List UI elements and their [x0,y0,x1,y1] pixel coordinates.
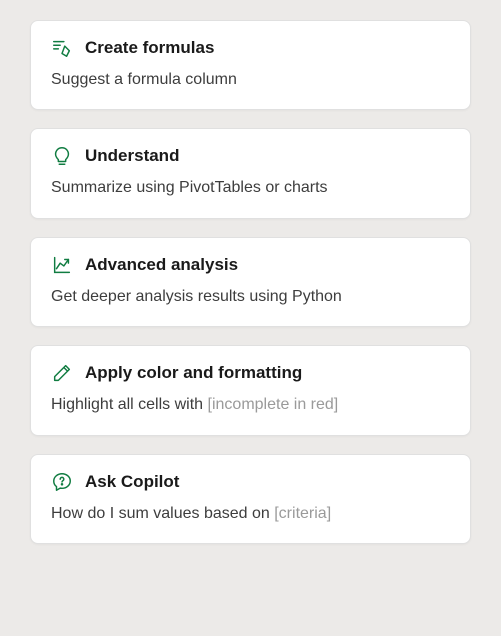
card-title: Advanced analysis [85,255,238,275]
card-description: Suggest a formula column [51,69,450,91]
description-placeholder: [criteria] [274,505,331,522]
card-title: Ask Copilot [85,472,179,492]
card-description: Get deeper analysis results using Python [51,286,450,308]
card-ask-copilot[interactable]: Ask Copilot How do I sum values based on… [30,454,471,544]
chat-question-icon [51,471,73,493]
card-title: Understand [85,146,179,166]
card-header: Advanced analysis [51,254,450,276]
chart-up-icon [51,254,73,276]
card-header: Apply color and formatting [51,362,450,384]
card-title: Create formulas [85,38,214,58]
card-header: Understand [51,145,450,167]
card-title: Apply color and formatting [85,363,302,383]
formula-pen-icon [51,37,73,59]
description-text: How do I sum values based on [51,505,274,522]
pencil-icon [51,362,73,384]
description-placeholder: [incomplete in red] [208,396,339,413]
card-header: Create formulas [51,37,450,59]
card-description: How do I sum values based on [criteria] [51,503,450,525]
description-text: Suggest a formula column [51,71,237,88]
card-apply-formatting[interactable]: Apply color and formatting Highlight all… [30,345,471,435]
card-description: Highlight all cells with [incomplete in … [51,394,450,416]
card-description: Summarize using PivotTables or charts [51,177,450,199]
description-text: Highlight all cells with [51,396,208,413]
card-header: Ask Copilot [51,471,450,493]
description-text: Get deeper analysis results using Python [51,288,342,305]
card-understand[interactable]: Understand Summarize using PivotTables o… [30,128,471,218]
description-text: Summarize using PivotTables or charts [51,179,328,196]
lightbulb-icon [51,145,73,167]
card-advanced-analysis[interactable]: Advanced analysis Get deeper analysis re… [30,237,471,327]
card-create-formulas[interactable]: Create formulas Suggest a formula column [30,20,471,110]
